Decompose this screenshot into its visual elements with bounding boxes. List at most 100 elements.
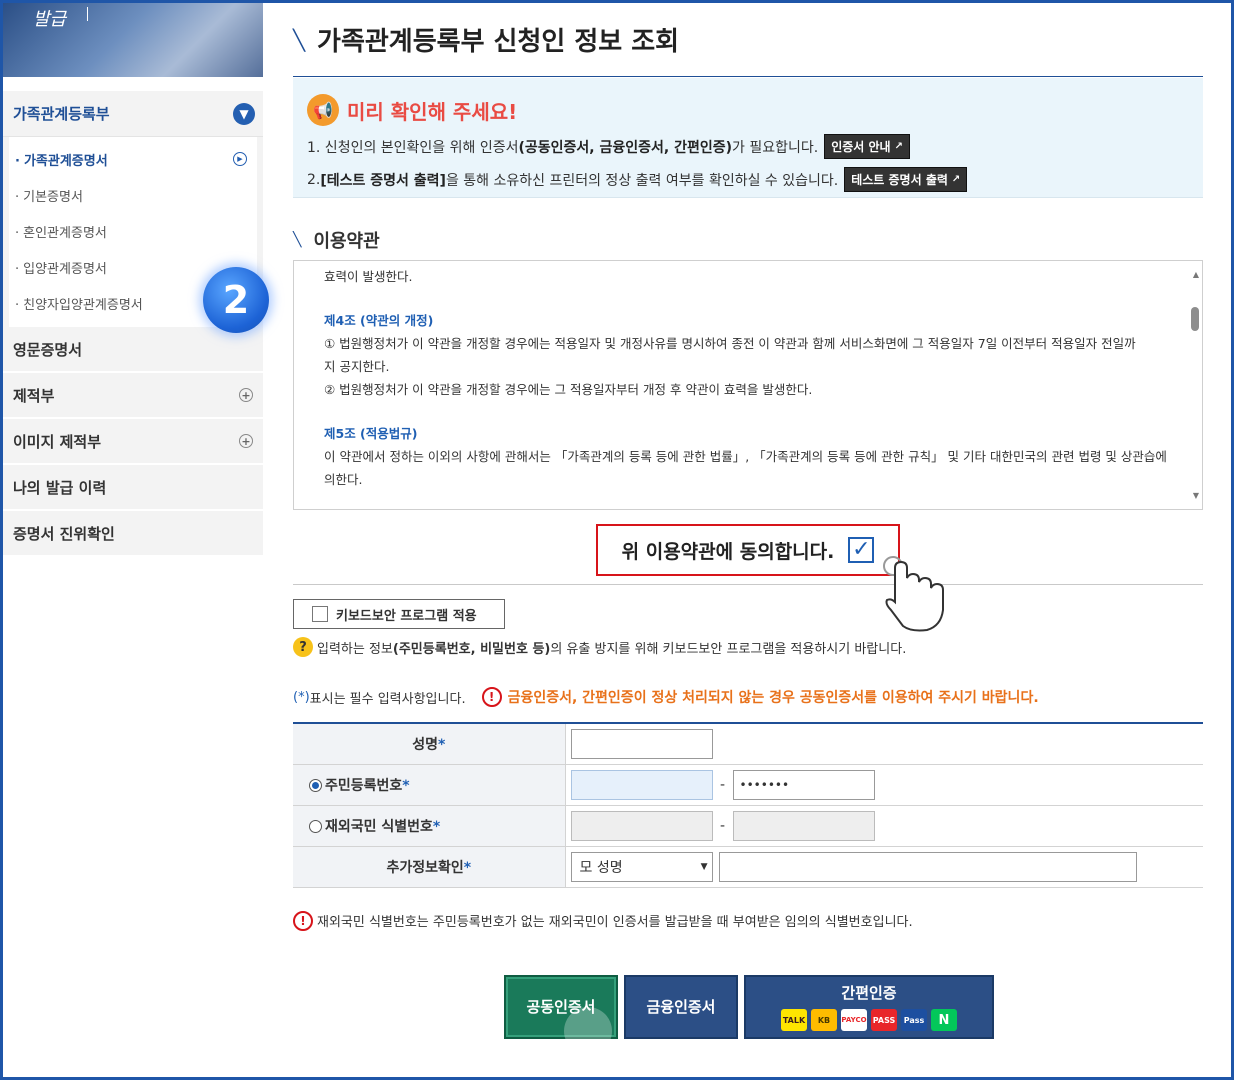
- section-divider: [293, 584, 1203, 585]
- nav-item-verify-cert[interactable]: 증명서 진위확인: [3, 511, 263, 557]
- nav-item-label: 제적부: [13, 386, 55, 405]
- samsung-pass-icon: Pass: [901, 1009, 927, 1031]
- label-text: 주민등록번호: [325, 777, 403, 794]
- extra-info-select[interactable]: 모 성명 ▼: [570, 851, 713, 882]
- banner-divider: [87, 7, 88, 21]
- click-ripple: [564, 1006, 612, 1055]
- auth-button-row: 공동인증서 금융인증서 간편인증 TALK KB PAYCO PASS Pass…: [293, 974, 1203, 1055]
- sub-nav-item-marriage-cert[interactable]: · 혼인관계증명서: [9, 213, 257, 249]
- dash-separator: -: [719, 817, 726, 834]
- form-row-rrn: 주민등록번호* - •••••••: [293, 764, 1203, 806]
- simple-auth-provider-icons: TALK KB PAYCO PASS Pass N: [781, 1009, 957, 1031]
- payco-icon: PAYCO: [841, 1009, 867, 1031]
- button-label: 간편인증: [841, 984, 897, 1002]
- form-label-extra-info: 추가정보확인*: [293, 846, 566, 888]
- form-cell: [565, 723, 1203, 765]
- page-title: 가족관계등록부 신청인 정보 조회: [317, 27, 680, 57]
- rrn-front-input[interactable]: [570, 769, 713, 800]
- terms-text: 지 공지한다.: [324, 359, 390, 374]
- notice-header: 📢 미리 확인해 주세요!: [307, 94, 1189, 126]
- notice-bold-text: [테스트 증명서 출력]: [320, 172, 446, 189]
- form-label-foreign-id[interactable]: 재외국민 식별번호*: [293, 805, 566, 847]
- notice-bold-text: (공동인증서, 금융인증서, 간편인증): [518, 139, 732, 156]
- sub-nav-item-basic-cert[interactable]: · 기본증명서: [9, 177, 257, 213]
- foreign-id-radio[interactable]: [309, 819, 322, 833]
- scrollbar[interactable]: ▲ ▼: [1188, 261, 1202, 509]
- plus-circle-icon[interactable]: +: [239, 434, 253, 448]
- agree-checkbox-label[interactable]: 위 이용약관에 동의합니다. ✓: [596, 524, 900, 576]
- chevron-down-icon[interactable]: ▼: [233, 102, 255, 125]
- notice-title: 미리 확인해 주세요!: [347, 99, 518, 124]
- foreign-id-note-text: 재외국민 식별번호는 주민등록번호가 없는 재외국민이 인증서를 발급받을 때 …: [317, 915, 913, 930]
- scroll-up-arrow-icon[interactable]: ▲: [1193, 263, 1199, 286]
- financial-cert-button[interactable]: 금융인증서: [624, 974, 738, 1039]
- test-print-button[interactable]: 테스트 증명서 출력 ↗: [844, 167, 968, 192]
- nav-head-family-register[interactable]: 가족관계등록부 ▼: [3, 91, 263, 137]
- keyboard-security-toggle[interactable]: 키보드보안 프로그램 적용: [293, 599, 505, 629]
- button-label: 인증서 안내: [831, 140, 891, 154]
- banner-logo: 발급: [33, 9, 67, 30]
- kakao-talk-icon: TALK: [781, 1009, 807, 1031]
- terms-scroll-box[interactable]: 효력이 발생한다. 제4조 (약관의 개정) ① 법원행정처가 이 약관을 개정…: [293, 260, 1203, 510]
- form-cell: 모 성명 ▼: [565, 846, 1203, 888]
- extra-info-input[interactable]: [718, 851, 1137, 882]
- notice-line-2: 2. [테스트 증명서 출력] 을 통해 소유하신 프린터의 정상 출력 여부를 …: [307, 167, 1189, 192]
- simple-auth-button[interactable]: 간편인증 TALK KB PAYCO PASS Pass N: [744, 974, 994, 1039]
- form-row-extra-info: 추가정보확인* 모 성명 ▼: [293, 846, 1203, 888]
- foreign-id-front-input[interactable]: [570, 810, 713, 841]
- public-cert-button[interactable]: 공동인증서: [504, 974, 618, 1055]
- note-bold-text: (주민등록번호, 비밀번호 등): [392, 641, 551, 657]
- title-bullet-icon: ╲: [293, 27, 306, 52]
- nav-item-my-history[interactable]: 나의 발급 이력: [3, 465, 263, 511]
- terms-text: 효력이 발생한다.: [324, 269, 413, 284]
- required-text: 표시는 필수 입력사항입니다.: [309, 691, 466, 707]
- form-label-rrn[interactable]: 주민등록번호*: [293, 764, 566, 806]
- sub-nav-label: 친양자입양관계증명서: [23, 297, 143, 313]
- naver-icon: N: [931, 1009, 957, 1031]
- hand-pointer-icon: [883, 556, 944, 632]
- section-bullet-icon: ╲: [293, 232, 302, 248]
- terms-text: 의한다.: [324, 472, 363, 487]
- sub-nav-label: 입양관계증명서: [23, 261, 107, 277]
- agree-area: 위 이용약관에 동의합니다. ✓: [293, 524, 1203, 632]
- agree-checkbox[interactable]: ✓: [848, 537, 875, 563]
- rrn-back-input[interactable]: •••••••: [732, 769, 875, 800]
- nav-item-removed-register[interactable]: 제적부 +: [3, 373, 263, 419]
- nav-item-english-cert[interactable]: 영문증명서: [3, 327, 263, 373]
- terms-text: ① 법원행정처가 이 약관을 개정할 경우에는 적용일자 및 개정사유를 명시하…: [324, 336, 1136, 351]
- step-number-badge: 2: [203, 267, 269, 333]
- agree-label: 위 이용약관에 동의합니다.: [621, 540, 835, 563]
- keyboard-security-label: 키보드보안 프로그램 적용: [336, 608, 477, 624]
- foreign-id-back-input[interactable]: [732, 810, 875, 841]
- cert-guide-button[interactable]: 인증서 안내 ↗: [824, 134, 910, 159]
- notice-text: 1. 신청인의 본인확인을 위해 인증서: [307, 139, 519, 156]
- form-row-foreign-id: 재외국민 식별번호* -: [293, 805, 1203, 847]
- required-star: *: [437, 736, 446, 753]
- megaphone-icon: 📢: [307, 94, 339, 126]
- keyboard-security-checkbox[interactable]: [312, 606, 328, 622]
- terms-section-header: ╲ 이용약관: [293, 226, 1203, 254]
- scroll-down-arrow-icon[interactable]: ▼: [1193, 484, 1199, 507]
- button-label: 금융인증서: [646, 998, 716, 1016]
- external-link-icon: ↗: [951, 174, 961, 185]
- sub-nav-label: 기본증명서: [23, 189, 83, 205]
- plus-circle-icon[interactable]: +: [239, 388, 253, 402]
- notice-line-1: 1. 신청인의 본인확인을 위해 인증서 (공동인증서, 금융인증서, 간편인증)…: [307, 134, 1189, 159]
- sub-nav-label: 가족관계증명서: [23, 153, 108, 169]
- form-label-name: 성명*: [293, 723, 566, 765]
- kb-icon: KB: [811, 1009, 837, 1031]
- form-cell: - •••••••: [565, 764, 1203, 806]
- rrn-radio[interactable]: [309, 778, 322, 792]
- sub-nav-label: 혼인관계증명서: [23, 225, 107, 241]
- nav-item-label: 영문증명서: [13, 340, 83, 359]
- form-row-name: 성명*: [293, 723, 1203, 765]
- name-input[interactable]: [570, 728, 713, 759]
- scrollbar-thumb[interactable]: [1191, 307, 1199, 331]
- required-star: *: [432, 818, 441, 835]
- dash-separator: -: [719, 776, 726, 793]
- keyboard-security-note: ? 입력하는 정보 (주민등록번호, 비밀번호 등) 의 유출 방지를 위해 키보드…: [293, 637, 1203, 657]
- main-content: ╲ 가족관계등록부 신청인 정보 조회 📢 미리 확인해 주세요! 1. 신청인…: [293, 3, 1203, 1055]
- nav-item-image-removed-register[interactable]: 이미지 제적부 +: [3, 419, 263, 465]
- applicant-form: 성명* 주민등록번호* - ••••••• 재외국민 식별번호* - 추가정보확인…: [293, 722, 1203, 888]
- sub-nav-item-family-cert[interactable]: · 가족관계증명서 ▶: [9, 141, 257, 177]
